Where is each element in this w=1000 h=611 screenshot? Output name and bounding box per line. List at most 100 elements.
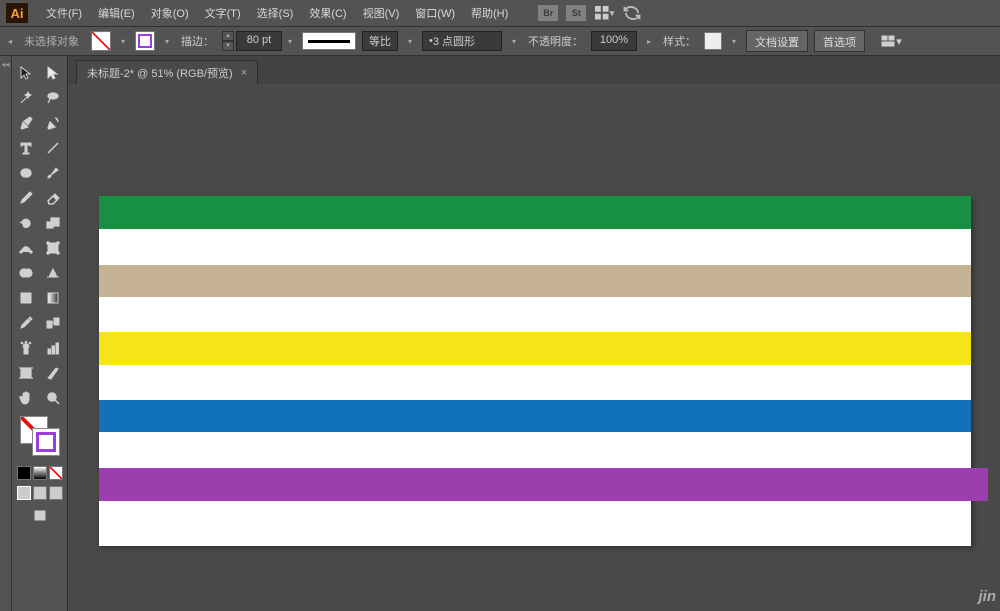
panel-collapse-bar[interactable]: ◂◂ (0, 56, 12, 611)
draw-normal[interactable] (17, 486, 31, 500)
perspective-grid-tool[interactable] (40, 260, 68, 285)
lasso-tool[interactable] (40, 85, 68, 110)
scale-tool[interactable] (40, 210, 68, 235)
stripe[interactable] (99, 297, 971, 332)
zoom-tool[interactable] (40, 385, 68, 410)
blend-tool[interactable] (40, 310, 68, 335)
stripe[interactable] (99, 196, 971, 229)
color-mode-gradient[interactable] (33, 466, 47, 480)
document-tab-bar: 未标题-2* @ 51% (RGB/预览) × (68, 56, 1000, 84)
symbol-sprayer-tool[interactable] (12, 335, 40, 360)
eraser-tool[interactable] (40, 185, 68, 210)
style-swatch[interactable] (704, 32, 722, 50)
brush-label: 3 点圆形 (433, 33, 475, 49)
ellipse-tool[interactable] (12, 160, 40, 185)
opacity-label: 不透明度： (528, 33, 583, 49)
stock-icon[interactable]: St (566, 5, 586, 21)
free-transform-tool[interactable] (40, 235, 68, 260)
stroke-swatch[interactable] (135, 31, 155, 51)
canvas-viewport[interactable]: jin (68, 84, 1000, 611)
stroke-spinner[interactable]: ▲▼ (222, 31, 234, 51)
variable-width-profile[interactable] (302, 32, 356, 50)
type-tool[interactable] (12, 135, 40, 160)
pencil-tool[interactable] (12, 185, 40, 210)
menu-window[interactable]: 窗口(W) (409, 2, 461, 24)
selection-status: 未选择对象 (24, 33, 79, 49)
magic-wand-tool[interactable] (12, 85, 40, 110)
stripe[interactable] (99, 365, 971, 400)
stroke-weight-input[interactable]: 80 pt (236, 31, 282, 51)
prefs-button[interactable]: 首选项 (814, 30, 865, 52)
menu-view[interactable]: 视图(V) (357, 2, 406, 24)
stroke-weight-dropdown[interactable]: ▾ (284, 32, 296, 50)
toolbox (12, 56, 68, 611)
brush-dropdown[interactable]: ▾ (508, 32, 520, 50)
curvature-tool[interactable] (40, 110, 68, 135)
screen-mode-row (12, 506, 67, 526)
fill-dropdown[interactable]: ▾ (117, 32, 129, 50)
brush-select[interactable]: • 3 点圆形 (422, 31, 502, 51)
stripe[interactable] (99, 468, 988, 501)
style-dropdown[interactable]: ▾ (728, 32, 740, 50)
column-graph-tool[interactable] (40, 335, 68, 360)
hand-tool[interactable] (12, 385, 40, 410)
menu-edit[interactable]: 编辑(E) (92, 2, 141, 24)
stripe[interactable] (99, 265, 971, 297)
line-tool[interactable] (40, 135, 68, 160)
pin-icon: ◂ (8, 37, 16, 45)
stripe[interactable] (99, 432, 971, 468)
color-mode-solid[interactable] (17, 466, 31, 480)
opacity-input[interactable]: 100% (591, 31, 637, 51)
stroke-indicator[interactable] (32, 428, 60, 456)
menu-object[interactable]: 对象(O) (145, 2, 195, 24)
document-tab[interactable]: 未标题-2* @ 51% (RGB/预览) × (76, 60, 258, 84)
mesh-tool[interactable] (12, 285, 40, 310)
sync-icon[interactable] (622, 5, 642, 21)
color-mode-none[interactable] (49, 466, 63, 480)
close-tab-icon[interactable]: × (241, 67, 247, 79)
draw-behind[interactable] (33, 486, 47, 500)
bridge-icon[interactable]: Br (538, 5, 558, 21)
menu-icon-group: Br St ▾ (538, 5, 642, 21)
profile-dropdown[interactable]: ▾ (404, 32, 416, 50)
width-tool[interactable] (12, 235, 40, 260)
align-icon[interactable]: ▾ (877, 29, 905, 54)
direct-selection-tool[interactable] (40, 60, 68, 85)
arrange-icon[interactable]: ▾ (594, 5, 614, 21)
paintbrush-tool[interactable] (40, 160, 68, 185)
stripe[interactable] (99, 332, 971, 365)
shape-builder-tool[interactable] (12, 260, 40, 285)
document-tab-title: 未标题-2* @ 51% (RGB/预览) (87, 65, 233, 81)
gradient-tool[interactable] (40, 285, 68, 310)
menu-file[interactable]: 文件(F) (40, 2, 88, 24)
screen-mode[interactable] (30, 506, 50, 526)
menu-effect[interactable]: 效果(C) (303, 2, 352, 24)
menu-type[interactable]: 文字(T) (199, 2, 247, 24)
artboard[interactable] (99, 196, 971, 546)
opacity-dropdown[interactable]: ▸ (643, 32, 655, 50)
eyedropper-tool[interactable] (12, 310, 40, 335)
doc-setup-button[interactable]: 文档设置 (746, 30, 808, 52)
menu-help[interactable]: 帮助(H) (465, 2, 514, 24)
artboard-tool[interactable] (12, 360, 40, 385)
stripe[interactable] (99, 229, 971, 265)
fill-stroke-indicator[interactable] (20, 416, 60, 456)
workspace: ◂◂ (0, 56, 1000, 611)
pen-tool[interactable] (12, 110, 40, 135)
menu-select[interactable]: 选择(S) (251, 2, 300, 24)
stripe[interactable] (99, 400, 971, 432)
selection-tool[interactable] (12, 60, 40, 85)
fill-swatch[interactable] (91, 31, 111, 51)
menu-bar: Ai 文件(F) 编辑(E) 对象(O) 文字(T) 选择(S) 效果(C) 视… (0, 0, 1000, 26)
draw-mode-row (12, 486, 67, 500)
options-bar: ◂ 未选择对象 ▾ ▾ 描边： ▲▼ 80 pt ▾ 等比 ▾ • 3 点圆形 … (0, 26, 1000, 56)
profile-select[interactable]: 等比 (362, 31, 398, 51)
draw-inside[interactable] (49, 486, 63, 500)
slice-tool[interactable] (40, 360, 68, 385)
style-label: 样式： (663, 33, 696, 49)
rotate-tool[interactable] (12, 210, 40, 235)
stroke-dropdown[interactable]: ▾ (161, 32, 173, 50)
stripe[interactable] (99, 501, 971, 546)
canvas-area: 未标题-2* @ 51% (RGB/预览) × jin (68, 56, 1000, 611)
watermark: jin (979, 588, 997, 605)
